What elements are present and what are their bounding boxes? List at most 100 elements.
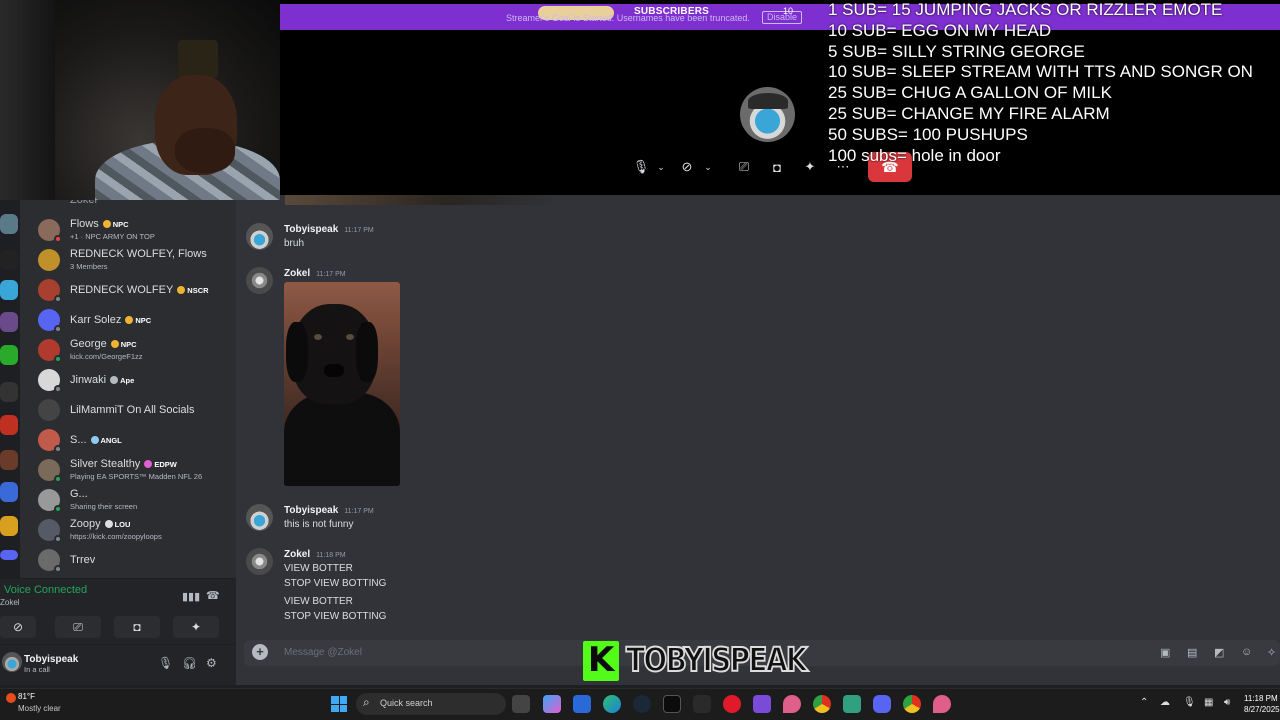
dm-item[interactable]: Karr Solez NPC (38, 305, 234, 335)
message-input[interactable]: Message @Zokel (284, 647, 362, 658)
emoji-icon[interactable]: ☺ (1241, 646, 1252, 658)
dm-name-text: REDNECK WOLFEY, Flows (70, 248, 207, 260)
author-name[interactable]: Zokel (284, 549, 310, 560)
gear-icon[interactable]: ⚙ (206, 656, 217, 670)
tag-icon (102, 220, 111, 228)
server-icon[interactable] (0, 415, 18, 435)
server-icon[interactable] (0, 550, 18, 560)
disable-button[interactable]: Disable (762, 11, 802, 24)
store-icon[interactable] (573, 695, 591, 713)
message-avatar[interactable] (246, 548, 273, 575)
pin-icon[interactable] (783, 695, 801, 713)
copilot-icon[interactable] (543, 695, 561, 713)
dm-item[interactable]: Jinwaki Ape (38, 365, 234, 395)
mic-options-button[interactable]: ⌄ (654, 156, 668, 178)
voice-connected-status[interactable]: Voice Connected (4, 584, 87, 596)
chrome-icon[interactable] (813, 695, 831, 713)
author-name[interactable]: Tobyispeak (284, 224, 338, 235)
message-avatar[interactable] (246, 504, 273, 531)
signal-icon[interactable]: ▮▮▮ (182, 590, 200, 603)
user-avatar[interactable] (2, 652, 22, 672)
server-icon[interactable] (0, 312, 18, 332)
voice-channel[interactable]: Zokel (0, 598, 20, 607)
weather-description[interactable]: Mostly clear (18, 704, 61, 713)
message-avatar[interactable] (246, 223, 273, 250)
dm-item[interactable]: George NPC kick.com/GeorgeF1zz (38, 335, 234, 365)
server-icon[interactable] (0, 280, 18, 300)
clock-time[interactable]: 11:18 PM (1244, 694, 1278, 703)
dm-item-subtext: https://kick.com/zoopyloops (70, 531, 162, 541)
task-view-icon[interactable] (512, 695, 530, 713)
cloud-icon[interactable]: ☁ (1160, 697, 1170, 708)
screen-share-button[interactable]: ⎚ (735, 156, 753, 178)
dm-item[interactable]: REDNECK WOLFEY, Flows 3 Members (38, 245, 234, 275)
dm-item[interactable]: Zoopy LOU https://kick.com/zoopyloops (38, 515, 234, 545)
soundboard-button[interactable]: ✦ (173, 616, 219, 638)
gift-icon[interactable]: ▣ (1160, 646, 1170, 659)
activity-button[interactable]: ◘ (114, 616, 160, 638)
camera-options-button[interactable]: ⌄ (701, 156, 715, 178)
server-icon[interactable] (0, 482, 18, 502)
dm-item[interactable]: LilMammiT On All Socials (38, 395, 234, 425)
speaker-icon[interactable]: 🔊︎ (1224, 697, 1230, 708)
discord-icon[interactable] (873, 695, 891, 713)
camera-button[interactable]: ⊘ (678, 156, 696, 178)
sub-goal-item: 10 SUB= EGG ON MY HEAD (828, 20, 1052, 40)
message-author[interactable]: Tobyispeak 11:17 PM (284, 505, 374, 516)
message-author[interactable]: Zokel 11:17 PM (284, 268, 346, 279)
author-name[interactable]: Tobyispeak (284, 505, 338, 516)
volume-mixer-icon[interactable]: ▦ (1204, 697, 1213, 708)
steam-icon[interactable] (633, 695, 651, 713)
server-icon[interactable] (0, 214, 18, 234)
activity-button[interactable]: ◘ (768, 156, 786, 178)
dm-item[interactable]: Trrev (38, 545, 234, 575)
message-avatar[interactable] (246, 267, 273, 294)
gif-icon[interactable]: ▤ (1187, 646, 1197, 659)
opera-icon[interactable] (723, 695, 741, 713)
mute-button[interactable]: 🎙︎ (632, 156, 650, 178)
call-participant-avatar[interactable] (740, 87, 795, 142)
apps-icon[interactable]: ✧ (1267, 646, 1276, 659)
server-icon[interactable] (0, 345, 18, 365)
author-name[interactable]: Zokel (284, 268, 310, 279)
dm-name-text: G... (70, 488, 88, 500)
weather-icon[interactable] (6, 693, 16, 703)
goal-count: 10 (783, 6, 794, 16)
server-icon[interactable] (0, 382, 18, 402)
disconnect-icon[interactable]: ☎ (206, 589, 220, 602)
chevron-up-icon[interactable]: ⌃ (1140, 697, 1148, 708)
headphones-icon[interactable]: 🎧︎ (182, 656, 197, 670)
dm-item[interactable]: G... Sharing their screen (38, 485, 234, 515)
terminal-icon[interactable] (663, 695, 681, 713)
screen-share-button[interactable]: ⎚ (55, 616, 101, 638)
microphone-icon[interactable]: 🎙︎ (1183, 697, 1196, 708)
dm-item[interactable]: Silver Stealthy EDPW Playing EA SPORTS™ Ma… (38, 455, 234, 485)
taskbar-search-input[interactable]: Quick search (380, 698, 433, 708)
microphone-icon[interactable]: 🎙︎ (158, 656, 173, 670)
user-name[interactable]: Tobyispeak (24, 654, 78, 665)
message-author[interactable]: Zokel 11:18 PM (284, 549, 346, 560)
epic-games-icon[interactable] (693, 695, 711, 713)
weather-temperature[interactable]: 81°F (18, 692, 35, 701)
server-icon[interactable] (0, 250, 18, 270)
add-attachment-icon[interactable]: + (252, 644, 268, 660)
pin-icon[interactable] (933, 695, 951, 713)
dm-item-name: George NPC (70, 339, 143, 350)
chrome-icon[interactable] (903, 695, 921, 713)
server-icon[interactable] (0, 450, 18, 470)
camera-off-button[interactable]: ⊘ (0, 616, 36, 638)
dog-ear (286, 322, 308, 382)
dog-image-attachment[interactable] (284, 282, 400, 486)
soundboard-button[interactable]: ✦ (801, 156, 819, 178)
app-icon[interactable] (843, 695, 861, 713)
message-author[interactable]: Tobyispeak 11:17 PM (284, 224, 374, 235)
app-icon[interactable] (753, 695, 771, 713)
dm-item[interactable]: S... ANGL (38, 425, 234, 455)
edge-icon[interactable] (603, 695, 621, 713)
windows-start-icon[interactable] (331, 696, 347, 712)
server-icon[interactable] (0, 516, 18, 536)
sticker-icon[interactable]: ◩ (1214, 646, 1224, 659)
clock-date[interactable]: 8/27/2025 (1244, 705, 1280, 714)
dm-item[interactable]: REDNECK WOLFEY NSCR (38, 275, 234, 305)
dm-item[interactable]: Flows NPC +1 · NPC ARMY ON TOP (38, 215, 234, 245)
